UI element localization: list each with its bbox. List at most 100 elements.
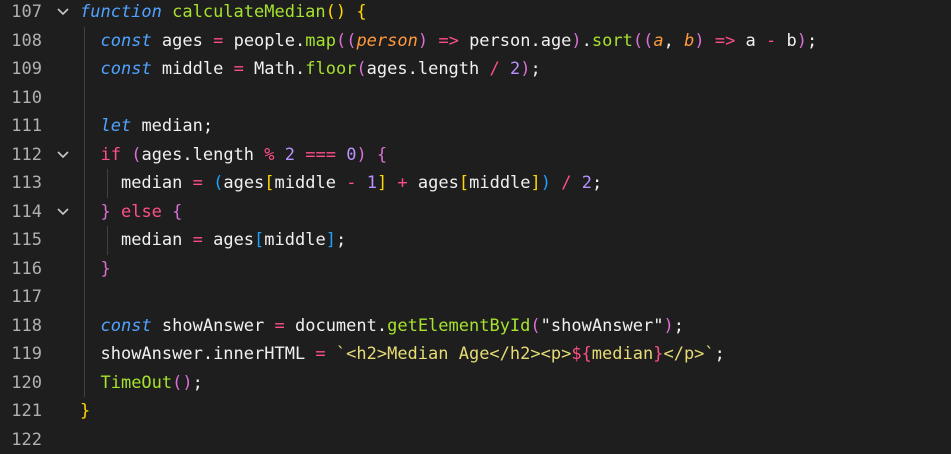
- code-line[interactable]: 112 if (ages.length % 2 === 0) {: [0, 141, 951, 170]
- code-token: [: [254, 230, 264, 250]
- code-token: median;: [141, 116, 213, 136]
- code-token: sort: [592, 31, 633, 51]
- code-token: () {: [326, 2, 367, 22]
- code-token: =: [234, 59, 254, 79]
- code-token: if: [100, 145, 131, 165]
- code-token: =: [275, 316, 295, 336]
- chevron-down-icon[interactable]: [55, 141, 71, 170]
- line-number: 118: [0, 312, 42, 341]
- code-token: const: [100, 31, 161, 51]
- code-token: ;: [807, 31, 817, 51]
- code-line[interactable]: 107 function calculateMedian() {: [0, 0, 951, 27]
- code-token: =>: [715, 31, 746, 51]
- code-token: =: [315, 344, 335, 364]
- line-number: 114: [0, 198, 42, 227]
- code-token: ages: [223, 173, 264, 193]
- code-token: }: [653, 344, 663, 364]
- code-token: ]: [531, 173, 541, 193]
- code-text: }: [80, 397, 90, 426]
- code-token: 1: [367, 173, 377, 193]
- code-line[interactable]: 116 }: [0, 255, 951, 284]
- code-token: ): [541, 173, 561, 193]
- code-token: </p>`: [663, 344, 714, 364]
- code-line[interactable]: 115 median = ages[middle];: [0, 226, 951, 255]
- code-token: ages: [213, 230, 254, 250]
- chevron-down-icon[interactable]: [55, 198, 71, 227]
- code-token: /: [490, 59, 510, 79]
- code-token: 2: [510, 59, 520, 79]
- code-token: else: [121, 202, 172, 222]
- line-number: 108: [0, 27, 42, 56]
- code-text: function calculateMedian() {: [80, 0, 367, 27]
- code-token: [: [264, 173, 274, 193]
- code-token: (: [213, 173, 223, 193]
- code-token: =: [193, 173, 213, 193]
- line-number: 122: [0, 426, 42, 454]
- code-token: (): [172, 373, 192, 393]
- code-line[interactable]: 117: [0, 283, 951, 312]
- code-line[interactable]: 121}: [0, 397, 951, 426]
- code-token: TimeOut: [100, 373, 172, 393]
- code-token: showAnswer: [162, 316, 275, 336]
- chevron-down-icon[interactable]: [55, 0, 71, 27]
- code-token: ;: [715, 344, 725, 364]
- line-number: 116: [0, 255, 42, 284]
- code-token: ): [694, 31, 714, 51]
- code-token: }: [100, 259, 110, 279]
- code-token: =>: [438, 31, 469, 51]
- code-token: "showAnswer": [541, 316, 664, 336]
- code-token: 0: [346, 145, 356, 165]
- line-number: 107: [0, 0, 42, 27]
- code-token: ===: [305, 145, 346, 165]
- code-token: ;: [674, 316, 684, 336]
- code-token: %: [264, 145, 284, 165]
- code-line[interactable]: 110: [0, 84, 951, 113]
- line-number: 112: [0, 141, 42, 170]
- code-token: const: [100, 59, 161, 79]
- code-text: const showAnswer = document.getElementBy…: [80, 312, 684, 341]
- line-number: 115: [0, 226, 42, 255]
- code-token: ): [520, 59, 530, 79]
- code-token: ): [571, 31, 581, 51]
- code-token: ;: [592, 173, 602, 193]
- code-line[interactable]: 113 median = (ages[middle - 1] + ages[mi…: [0, 169, 951, 198]
- line-number: 120: [0, 369, 42, 398]
- code-token: ,: [664, 31, 684, 51]
- code-token: map: [305, 31, 336, 51]
- indent-guide: [84, 84, 85, 113]
- code-token: median: [121, 230, 193, 250]
- line-number: 110: [0, 84, 42, 113]
- code-editor[interactable]: 107function calculateMedian() {108 const…: [0, 0, 951, 438]
- code-token: /: [561, 173, 581, 193]
- code-token: ages.length: [141, 145, 264, 165]
- code-token: ]: [326, 230, 336, 250]
- code-token: person: [356, 31, 417, 51]
- code-token: getElementById: [387, 316, 530, 336]
- code-line[interactable]: 109 const middle = Math.floor(ages.lengt…: [0, 55, 951, 84]
- code-line[interactable]: 122: [0, 426, 951, 454]
- code-text: showAnswer.innerHTML = `<h2>Median Age</…: [80, 340, 725, 369]
- code-token: const: [100, 316, 161, 336]
- line-number: 121: [0, 397, 42, 426]
- code-line[interactable]: 119 showAnswer.innerHTML = `<h2>Median A…: [0, 340, 951, 369]
- code-token: b: [684, 31, 694, 51]
- code-line[interactable]: 108 const ages = people.map((person) => …: [0, 27, 951, 56]
- code-line[interactable]: 114 } else {: [0, 198, 951, 227]
- code-token: }: [100, 202, 120, 222]
- code-line[interactable]: 118 const showAnswer = document.getEleme…: [0, 312, 951, 341]
- code-token: ) {: [356, 145, 387, 165]
- code-line[interactable]: 111 let median;: [0, 112, 951, 141]
- code-token: 2: [582, 173, 592, 193]
- code-token: person.age: [469, 31, 571, 51]
- line-number: 117: [0, 283, 42, 312]
- code-token: `<h2>Median Age</h2><p>: [336, 344, 571, 364]
- code-token: middle: [275, 173, 347, 193]
- code-text: if (ages.length % 2 === 0) {: [80, 141, 387, 170]
- line-number: 119: [0, 340, 42, 369]
- indent-guide: [84, 283, 85, 312]
- code-token: =: [193, 230, 213, 250]
- code-token: 2: [285, 145, 305, 165]
- code-token: (: [131, 145, 141, 165]
- code-line[interactable]: 120 TimeOut();: [0, 369, 951, 398]
- code-token: document.: [295, 316, 387, 336]
